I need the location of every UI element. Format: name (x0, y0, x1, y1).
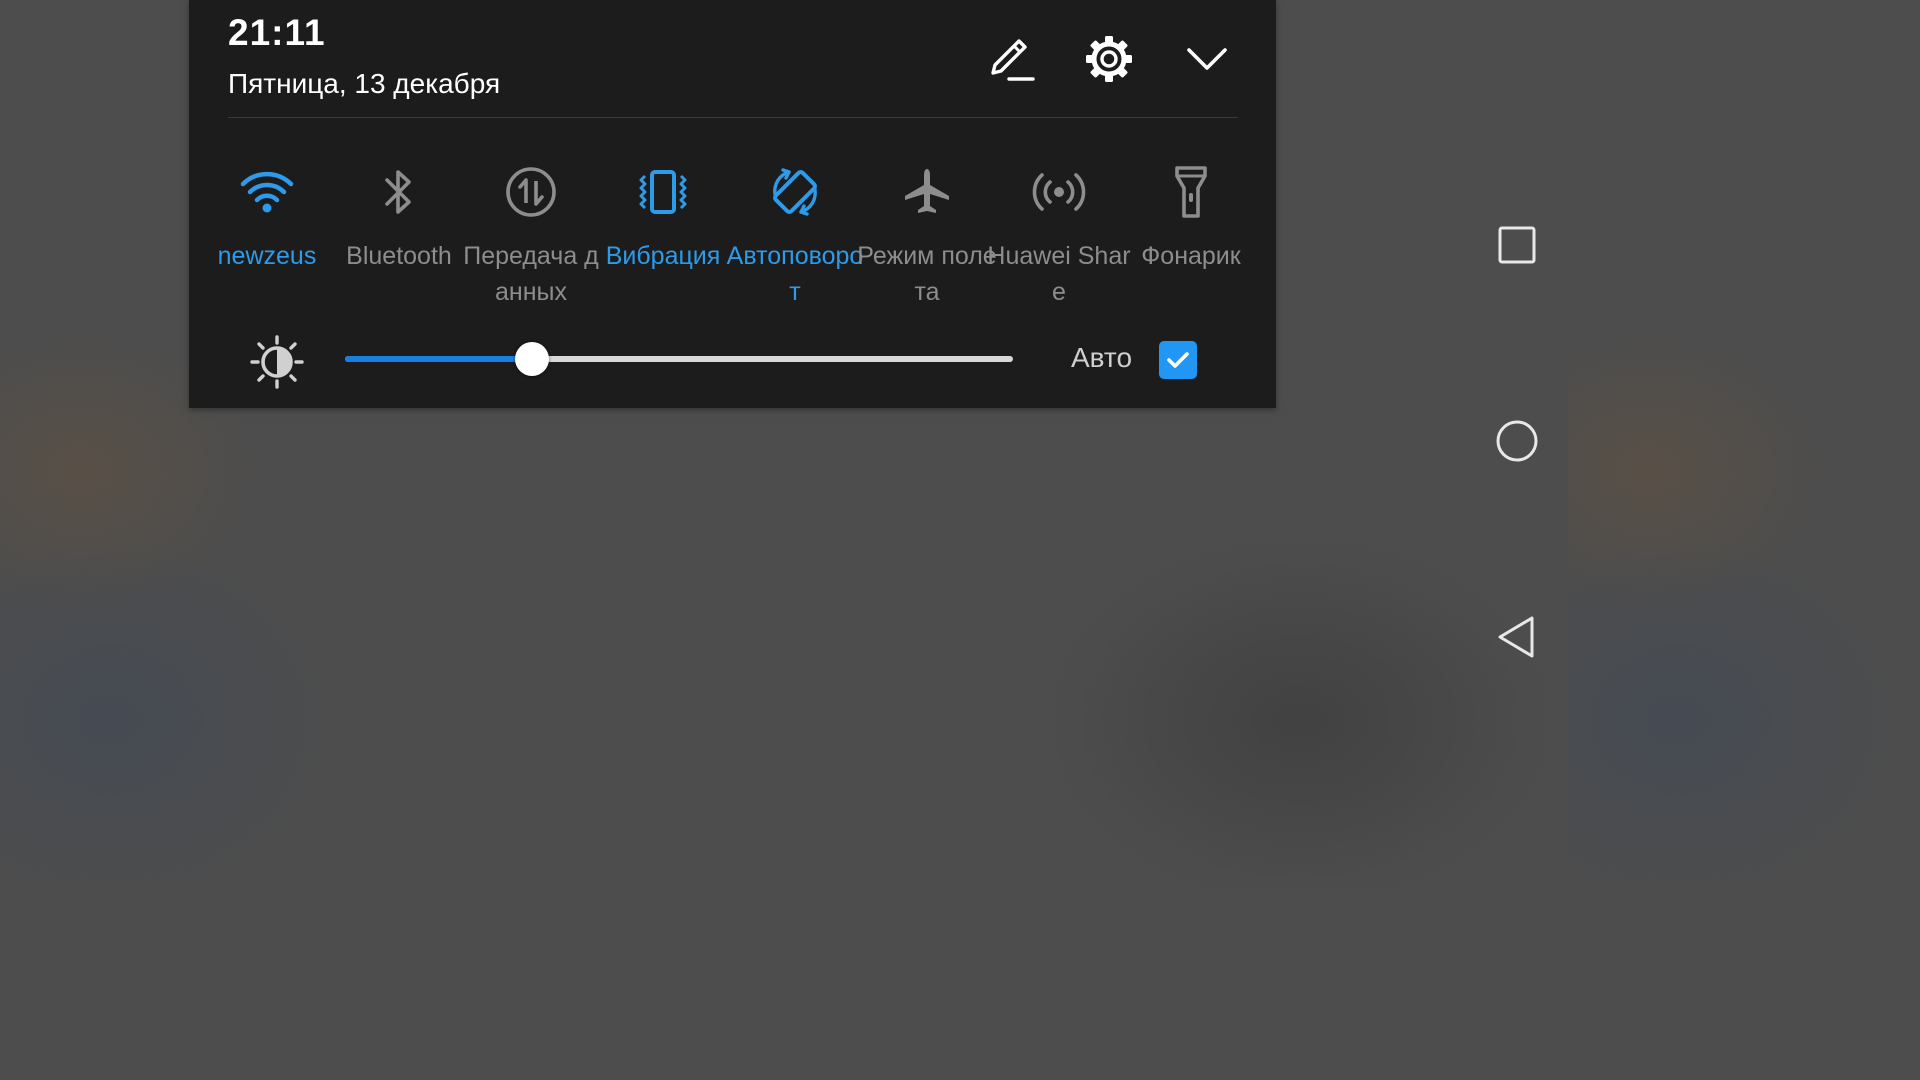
toggle-vibration[interactable]: Вибрация (597, 160, 729, 310)
toggle-mobile-data-label: Передача данных (463, 242, 599, 306)
chevron-down-icon (1187, 48, 1227, 70)
airplane-icon (905, 169, 949, 213)
toggle-wifi[interactable]: newzeus (201, 160, 333, 310)
toggle-huawei-share[interactable]: Huawei Share (987, 160, 1131, 310)
toggle-bluetooth[interactable]: Bluetooth (333, 160, 465, 310)
toggle-auto-rotate[interactable]: Автоповорот (727, 160, 863, 310)
auto-brightness-label: Авто (1071, 342, 1133, 373)
toggle-flashlight-label: Фонарик (1141, 242, 1241, 270)
toggle-vibration-label: Вибрация (605, 242, 721, 270)
collapse-button[interactable] (1179, 31, 1235, 87)
clock-time: 21:11 (228, 12, 326, 53)
toggle-airplane-label: Режим полета (857, 242, 997, 306)
home-button[interactable] (1488, 412, 1546, 470)
recents-button[interactable] (1488, 216, 1546, 274)
flashlight-icon (1175, 166, 1207, 218)
auto-brightness-checkbox[interactable] (1159, 341, 1197, 379)
toggle-huawei-share-label: Huawei Share (987, 242, 1131, 306)
toggle-airplane[interactable]: Режим полета (857, 160, 997, 310)
edit-button[interactable] (983, 31, 1039, 87)
circle-icon (1496, 420, 1538, 462)
toggle-wifi-label: newzeus (217, 242, 317, 270)
auto-rotate-icon (773, 168, 817, 216)
clock-date: Пятница, 13 декабря (228, 68, 501, 99)
gear-icon (1086, 36, 1132, 82)
navigation-bar (1468, 0, 1568, 882)
brightness-slider-fill (345, 356, 533, 362)
pencil-icon (991, 39, 1035, 81)
square-icon (1498, 226, 1536, 264)
toggle-flashlight[interactable]: Фонарик (1125, 160, 1257, 310)
huawei-share-icon (1032, 173, 1086, 211)
settings-button[interactable] (1081, 31, 1137, 87)
vibration-icon (639, 170, 687, 214)
header-divider (228, 117, 1238, 118)
notification-panel: 21:11 Пятница, 13 декабря newzeus Blueto… (189, 0, 1276, 408)
brightness-icon (249, 334, 305, 390)
triangle-back-icon (1498, 616, 1534, 658)
toggle-bluetooth-label: Bluetooth (346, 242, 452, 270)
back-button[interactable] (1488, 608, 1546, 666)
toggle-auto-rotate-label: Автоповорот (726, 242, 864, 306)
brightness-slider-thumb[interactable] (515, 342, 550, 376)
brightness-slider[interactable] (345, 341, 1013, 377)
wifi-icon (240, 171, 294, 213)
checkmark-icon (1167, 352, 1189, 368)
mobile-data-icon (506, 167, 556, 217)
bluetooth-icon (385, 170, 411, 214)
toggle-mobile-data[interactable]: Передача данных (463, 160, 599, 310)
